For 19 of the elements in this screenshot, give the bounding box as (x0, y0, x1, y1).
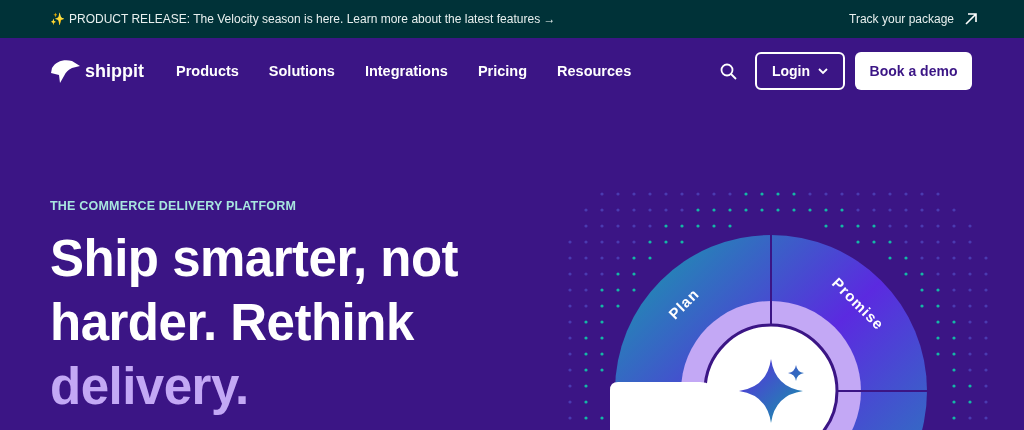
sparkle-icon (739, 359, 804, 423)
nav-link[interactable]: Solutions (268, 63, 335, 79)
search-icon[interactable] (720, 62, 737, 80)
book-demo-button[interactable]: Book a demo (855, 52, 972, 90)
nav-link[interactable]: Resources (557, 63, 632, 79)
headline-highlight: delivery. (50, 358, 249, 415)
track-package-link[interactable]: Track your package (849, 12, 978, 26)
sparkle-icon: ✨ (50, 12, 65, 26)
login-button[interactable]: Login (755, 52, 845, 90)
arrow-icon (964, 12, 978, 26)
nav-link[interactable]: Products (176, 63, 239, 79)
bird-logo-icon (50, 58, 82, 84)
announcement-link[interactable]: PRODUCT RELEASE: The Velocity season is here. Learn more about the latest features → (69, 12, 556, 26)
eyebrow-text: THE COMMERCE DELIVERY PLATFORM (50, 199, 298, 213)
logo-text[interactable]: shippit (85, 60, 144, 82)
nav-link[interactable]: Pricing (477, 63, 528, 79)
headline: Ship smarter, not harder. Rethink delivery. (50, 229, 460, 417)
caret-icon (818, 67, 829, 75)
nav-link[interactable]: Integrations (364, 63, 448, 79)
